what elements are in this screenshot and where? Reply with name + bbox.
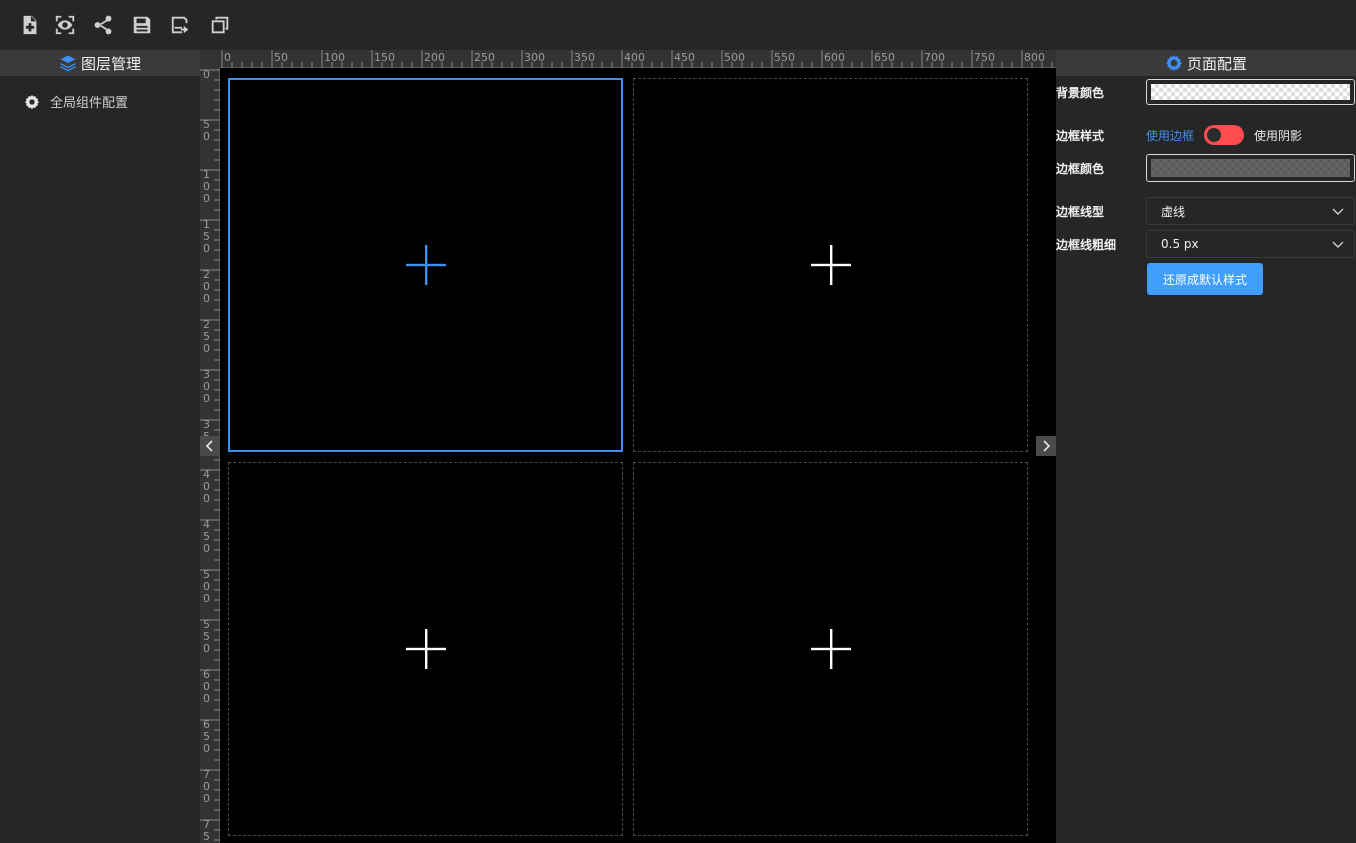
ruler-label: 600 (824, 51, 845, 64)
border-color-label: 边框颜色 (1056, 161, 1105, 176)
bg-color-swatch (1151, 84, 1350, 100)
ruler-label: 150 (374, 51, 395, 64)
use-shadow-label[interactable]: 使用阴影 (1254, 127, 1302, 144)
gear-icon (24, 94, 40, 109)
ruler-corner (200, 50, 220, 68)
layer-panel-header: 图层管理 (0, 50, 200, 76)
grid-cell-2[interactable] (633, 78, 1028, 452)
preview-button[interactable] (52, 12, 78, 38)
copy-icon (211, 16, 229, 34)
ruler-label: 0 (203, 242, 210, 255)
ruler-label: 0 (203, 692, 210, 705)
border-line-select[interactable]: 虚线 (1146, 197, 1355, 225)
collapse-right-button[interactable] (1036, 436, 1056, 456)
ruler-label: 300 (524, 51, 545, 64)
save-icon (133, 16, 151, 34)
plus-icon (810, 245, 851, 285)
bg-color-label: 背景颜色 (1056, 85, 1105, 100)
border-line-row: 边框线型 虚线 (1056, 197, 1356, 225)
border-color-row: 边框颜色 (1056, 154, 1356, 182)
plus-icon (405, 629, 446, 669)
border-line-value: 虚线 (1161, 204, 1186, 219)
plus-icon (810, 629, 851, 669)
border-line-label: 边框线型 (1056, 204, 1105, 219)
border-width-label: 边框线粗细 (1056, 237, 1117, 252)
border-style-switch-group: 使用边框 使用阴影 (1146, 125, 1302, 145)
ruler-label: 0 (203, 392, 210, 405)
grid-cell-1[interactable] (228, 78, 623, 452)
border-color-swatch (1151, 159, 1350, 177)
border-width-row: 边框线粗细 0.5 px (1056, 230, 1356, 258)
save-as-icon (171, 16, 189, 34)
new-file-icon (23, 15, 37, 35)
border-color-picker[interactable] (1146, 154, 1355, 182)
ruler-label: 750 (974, 51, 995, 64)
grid-cell-3[interactable] (228, 462, 623, 836)
layer-panel-title: 图层管理 (80, 54, 141, 73)
ruler-label: 550 (774, 51, 795, 64)
save-as-button[interactable] (168, 12, 194, 38)
ruler-label: 800 (1024, 51, 1045, 64)
border-style-label: 边框样式 (1056, 128, 1105, 143)
ruler-label: 0 (203, 192, 210, 205)
ruler-label: 350 (574, 51, 595, 64)
ruler-label: 500 (724, 51, 745, 64)
design-canvas[interactable]: 0 50 100 150 200 250 300 350 400 450 500 550 600 650 7… (200, 50, 1056, 843)
use-border-label[interactable]: 使用边框 (1146, 127, 1194, 144)
ruler-label: 700 (924, 51, 945, 64)
new-file-button[interactable] (17, 12, 43, 38)
ruler-label: 0 (203, 592, 210, 605)
editor-app: 图层管理 全局组件配置 0 50 100 150 200 250 300 350 400 450 5… (0, 0, 1356, 843)
border-width-value: 0.5 px (1161, 237, 1199, 251)
ruler-label: 0 (203, 342, 210, 355)
ruler-label: 0 (203, 542, 210, 555)
ruler-label: 0 (203, 642, 210, 655)
bg-color-row: 背景颜色 (1056, 79, 1356, 105)
ruler-label: 0 (203, 792, 210, 805)
bg-color-picker[interactable] (1146, 79, 1355, 105)
reset-style-button[interactable]: 还原成默认样式 (1147, 263, 1263, 295)
ruler-label: 50 (274, 51, 288, 64)
ruler-label: 100 (324, 51, 345, 64)
preview-icon (55, 15, 75, 35)
page-config-header: 页面配置 (1056, 50, 1356, 76)
chevron-down-icon (1332, 241, 1344, 248)
grid-cell-4[interactable] (633, 462, 1028, 836)
layer-item-global-config[interactable]: 全局组件配置 (24, 92, 128, 111)
plus-icon (405, 245, 446, 285)
ruler-label: 0 (203, 742, 210, 755)
page-config-title: 页面配置 (1186, 54, 1247, 73)
layer-item-label: 全局组件配置 (50, 96, 129, 111)
share-button[interactable] (90, 12, 116, 38)
horizontal-ruler-ticks: 0 50 100 150 200 250 300 350 400 450 500 550 600 650 7… (221, 50, 1053, 68)
horizontal-ruler: 0 50 100 150 200 250 300 350 400 450 500 550 600 650 7… (220, 50, 1056, 68)
ruler-label: 450 (674, 51, 695, 64)
save-button[interactable] (129, 12, 155, 38)
collapse-left-button[interactable] (200, 436, 220, 456)
copy-button[interactable] (207, 12, 233, 38)
ruler-label: 650 (874, 51, 895, 64)
layer-panel: 图层管理 全局组件配置 (0, 50, 200, 843)
gear-icon (1166, 55, 1182, 72)
border-width-select[interactable]: 0.5 px (1146, 230, 1355, 258)
border-style-toggle[interactable] (1204, 125, 1245, 145)
ruler-label: 250 (474, 51, 495, 64)
ruler-label: 0 (203, 130, 210, 143)
top-toolbar (0, 0, 1356, 50)
ruler-label: 0 (224, 51, 231, 64)
border-style-row: 边框样式 使用边框 使用阴影 (1056, 125, 1356, 145)
ruler-label: 400 (624, 51, 645, 64)
page-config-panel: 页面配置 背景颜色 边框样式 使用边框 使用阴影 边框颜色 边框线型 虚线 边框… (1056, 50, 1356, 843)
share-icon (94, 15, 112, 35)
layers-icon (60, 55, 76, 72)
chevron-right-icon (1043, 440, 1051, 452)
toggle-knob (1207, 128, 1222, 142)
chevron-left-icon (205, 440, 213, 452)
ruler-label: 0 (203, 68, 210, 81)
chevron-down-icon (1332, 208, 1344, 215)
ruler-label: 0 (203, 492, 210, 505)
ruler-label: 200 (424, 51, 445, 64)
ruler-label: 0 (203, 292, 210, 305)
